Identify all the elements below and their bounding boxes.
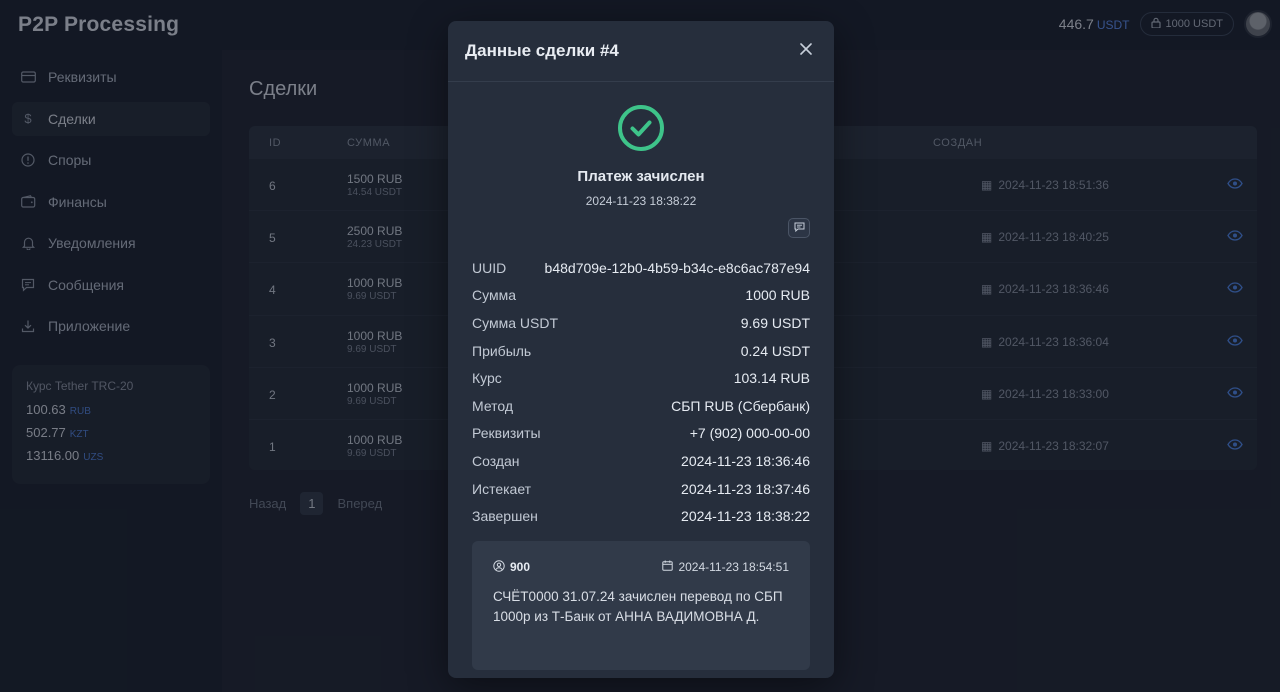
modal-body: Платеж зачислен 2024-11-23 18:38:22 UUID… <box>448 82 834 670</box>
check-circle-icon <box>617 104 665 152</box>
detail-key: UUID <box>472 259 507 276</box>
detail-key: Метод <box>472 397 514 414</box>
detail-value: 2024-11-23 18:36:46 <box>681 452 810 469</box>
detail-value: СБП RUB (Сбербанк) <box>671 397 810 414</box>
detail-row-requisites: Реквизиты +7 (902) 000-00-00 <box>472 420 810 448</box>
detail-key: Создан <box>472 452 520 469</box>
comment-button[interactable] <box>788 218 810 238</box>
payment-message-card: 900 2024-11-23 18:54:51 СЧЁТ0000 31.07.2… <box>472 540 810 670</box>
detail-key: Истекает <box>472 480 532 497</box>
detail-row-completed: Завершен 2024-11-23 18:38:22 <box>472 502 810 530</box>
calendar-icon <box>662 560 674 574</box>
detail-value: 103.14 RUB <box>733 370 810 387</box>
detail-value: b48d709e-12b0-4b59-b34c-e8c6ac787e94 <box>544 259 810 276</box>
message-sender: 900 <box>493 560 530 575</box>
detail-key: Прибыль <box>472 342 532 359</box>
close-button[interactable] <box>795 40 817 62</box>
detail-row-created: Создан 2024-11-23 18:36:46 <box>472 447 810 475</box>
deal-details-modal: Данные сделки #4 Платеж зачислен 2024-11… <box>448 21 834 678</box>
status-time: 2024-11-23 18:38:22 <box>585 194 697 208</box>
sender-name: 900 <box>510 560 531 575</box>
message-time: 2024-11-23 18:54:51 <box>662 560 789 574</box>
status-block: Платеж зачислен 2024-11-23 18:38:22 <box>472 82 810 208</box>
user-circle-icon <box>493 560 505 575</box>
close-icon <box>800 42 812 60</box>
detail-row-profit: Прибыль 0.24 USDT <box>472 337 810 365</box>
detail-row-amount: Сумма 1000 RUB <box>472 282 810 310</box>
detail-row-method: Метод СБП RUB (Сбербанк) <box>472 392 810 420</box>
message-text: СЧЁТ0000 31.07.24 зачислен перевод по СБ… <box>493 588 783 625</box>
status-title: Платеж зачислен <box>577 168 705 185</box>
modal-title: Данные сделки #4 <box>465 41 619 60</box>
detail-key: Сумма <box>472 287 516 304</box>
detail-value: 9.69 USDT <box>740 314 810 331</box>
detail-value: 2024-11-23 18:37:46 <box>681 480 810 497</box>
message-header: 900 2024-11-23 18:54:51 <box>493 560 789 575</box>
detail-row-expires: Истекает 2024-11-23 18:37:46 <box>472 475 810 503</box>
detail-key: Сумма USDT <box>472 314 558 331</box>
detail-key: Завершен <box>472 508 538 525</box>
detail-value: +7 (902) 000-00-00 <box>689 425 810 442</box>
detail-row-amount-usdt: Сумма USDT 9.69 USDT <box>472 309 810 337</box>
detail-row-uuid: UUID b48d709e-12b0-4b59-b34c-e8c6ac787e94 <box>472 254 810 282</box>
comment-icon <box>794 219 805 237</box>
modal-header: Данные сделки #4 <box>448 21 834 82</box>
detail-key: Курс <box>472 370 502 387</box>
detail-key: Реквизиты <box>472 425 541 442</box>
detail-value: 2024-11-23 18:38:22 <box>681 508 810 525</box>
message-timestamp: 2024-11-23 18:54:51 <box>678 560 789 575</box>
detail-value: 1000 RUB <box>745 287 810 304</box>
deal-details: UUID b48d709e-12b0-4b59-b34c-e8c6ac787e94… <box>472 254 810 530</box>
detail-row-rate: Курс 103.14 RUB <box>472 364 810 392</box>
detail-value: 0.24 USDT <box>740 342 810 359</box>
